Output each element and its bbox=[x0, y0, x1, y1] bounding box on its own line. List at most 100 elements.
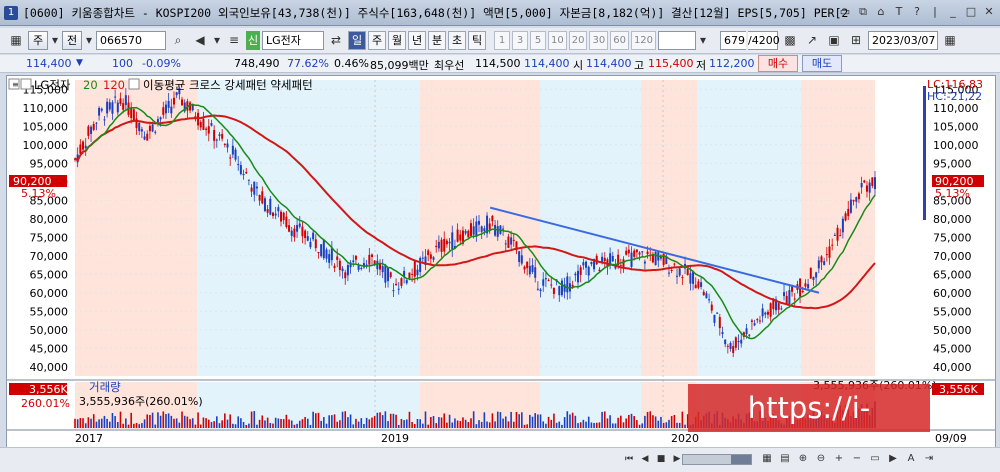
volume-bar bbox=[462, 417, 464, 428]
grid-toggle-icon[interactable]: ▦ bbox=[760, 452, 774, 466]
minimize-fold-icon[interactable]: ▭ bbox=[838, 5, 852, 19]
chevron-down-icon[interactable]: ▾ bbox=[698, 31, 708, 50]
chevron-down-icon[interactable]: ▾ bbox=[50, 31, 60, 50]
list-icon[interactable]: ≡ bbox=[224, 31, 244, 50]
speaker-icon[interactable]: ◀ bbox=[190, 31, 210, 50]
play-icon[interactable]: ▶ bbox=[886, 452, 900, 466]
tab-minute[interactable]: 분 bbox=[428, 31, 446, 50]
interval-20[interactable]: 20 bbox=[568, 31, 588, 50]
chevron-down-icon[interactable]: ▾ bbox=[212, 31, 222, 50]
candle-body bbox=[108, 102, 111, 110]
chevron-down-icon[interactable]: ▾ bbox=[84, 31, 94, 50]
reset-icon[interactable]: ▭ bbox=[868, 452, 882, 466]
layout-icon[interactable]: ▤ bbox=[778, 452, 792, 466]
tab-weekly[interactable]: 주 bbox=[368, 31, 386, 50]
stop-icon[interactable]: ■ bbox=[654, 452, 668, 466]
tab-daily[interactable]: 일 bbox=[348, 31, 366, 50]
volume-bar bbox=[617, 417, 619, 428]
candle-body bbox=[472, 226, 475, 235]
minimize-icon[interactable]: _ bbox=[946, 5, 960, 19]
tab-tick[interactable]: 틱 bbox=[468, 31, 486, 50]
scroll-track[interactable] bbox=[682, 454, 752, 465]
prev-icon[interactable]: ◀ bbox=[638, 452, 652, 466]
volume-bar bbox=[641, 423, 644, 428]
interval-60[interactable]: 60 bbox=[610, 31, 629, 50]
volume-bar bbox=[593, 422, 595, 428]
volume-bar bbox=[676, 422, 678, 428]
layout-icon[interactable]: ⧉ bbox=[856, 5, 870, 19]
candle-body bbox=[523, 266, 526, 270]
font-size-icon[interactable]: T bbox=[892, 5, 906, 19]
volume-bar bbox=[537, 414, 539, 428]
market-select[interactable]: 전 bbox=[62, 31, 82, 50]
help-icon[interactable]: ? bbox=[910, 5, 924, 19]
stock-type-select[interactable]: 주 bbox=[28, 31, 48, 50]
window-title: [0600] 키움종합차트 - KOSPI200 외국인보유[43,738(천)… bbox=[23, 5, 849, 20]
interval-10[interactable]: 10 bbox=[548, 31, 567, 50]
tab-monthly[interactable]: 월 bbox=[388, 31, 406, 50]
font-icon[interactable]: A bbox=[904, 452, 918, 466]
candle-body bbox=[849, 199, 852, 213]
candle-body bbox=[718, 317, 721, 329]
volume-bar bbox=[199, 424, 202, 428]
candle-body bbox=[582, 262, 585, 266]
y-tick-right: 65,000 bbox=[933, 268, 972, 281]
candle-body bbox=[558, 286, 561, 296]
maximize-icon[interactable]: □ bbox=[964, 5, 978, 19]
candle-body bbox=[777, 303, 780, 310]
zoom-out-icon[interactable]: ⊖ bbox=[814, 452, 828, 466]
lock-icon[interactable]: ⌂ bbox=[874, 5, 888, 19]
save-icon[interactable]: ▣ bbox=[824, 31, 844, 50]
stock-code-input[interactable]: 066570 bbox=[96, 31, 166, 50]
candle-body bbox=[544, 278, 547, 280]
grid-icon[interactable]: ⊞ bbox=[846, 31, 866, 50]
interval-120[interactable]: 120 bbox=[630, 31, 657, 50]
link-icon[interactable]: ⇥ bbox=[922, 452, 936, 466]
tab-yearly[interactable]: 년 bbox=[408, 31, 426, 50]
interval-3[interactable]: 3 bbox=[512, 31, 528, 50]
calendar-icon[interactable]: ▦ bbox=[940, 31, 960, 50]
volume-bar bbox=[256, 424, 258, 428]
candle-body bbox=[400, 278, 403, 286]
refresh-icon[interactable]: ⇄ bbox=[326, 31, 346, 50]
sell-button[interactable]: 매도 bbox=[802, 55, 842, 72]
candle-body bbox=[239, 165, 242, 175]
date-input[interactable]: 2023/03/07 bbox=[868, 31, 939, 50]
close-icon[interactable]: ✕ bbox=[982, 5, 996, 19]
candle-body bbox=[475, 221, 478, 237]
candle-body bbox=[702, 291, 705, 296]
volume-bar bbox=[90, 418, 92, 428]
scroll-thumb[interactable] bbox=[731, 455, 751, 464]
tab-second[interactable]: 초 bbox=[448, 31, 466, 50]
indicator-icon[interactable]: ▩ bbox=[780, 31, 800, 50]
interval-30[interactable]: 30 bbox=[589, 31, 609, 50]
candle-body bbox=[860, 182, 863, 188]
volume-bar bbox=[550, 419, 553, 428]
candle-body bbox=[839, 235, 842, 237]
candle-body bbox=[724, 339, 727, 345]
interval-5[interactable]: 5 bbox=[530, 31, 546, 50]
search-icon[interactable]: ⌕ bbox=[168, 31, 188, 50]
volume-bar bbox=[539, 414, 542, 428]
candle-body bbox=[143, 136, 146, 140]
data-count-input[interactable]: 679 bbox=[720, 31, 747, 50]
custom-interval-input[interactable] bbox=[658, 31, 697, 50]
candle-body bbox=[507, 236, 510, 248]
candle-body bbox=[625, 250, 628, 255]
volume-bar bbox=[644, 415, 646, 428]
settings-icon[interactable]: ▦ bbox=[6, 31, 26, 50]
zoom-in-icon[interactable]: ⊕ bbox=[796, 452, 810, 466]
first-icon[interactable]: ⏮ bbox=[622, 452, 636, 466]
volume-bar bbox=[662, 422, 665, 428]
minus-icon[interactable]: − bbox=[850, 452, 864, 466]
buy-button[interactable]: 매수 bbox=[758, 55, 798, 72]
interval-1[interactable]: 1 bbox=[494, 31, 510, 50]
plus-icon[interactable]: + bbox=[832, 452, 846, 466]
trend-tool-icon[interactable]: ↗ bbox=[802, 31, 822, 50]
candle-body bbox=[338, 260, 341, 270]
volume-bar bbox=[312, 411, 314, 428]
y-tick-left: 100,000 bbox=[23, 139, 69, 152]
volume-bar bbox=[611, 423, 614, 428]
volume-bar bbox=[590, 422, 593, 428]
candle-body bbox=[218, 134, 221, 136]
